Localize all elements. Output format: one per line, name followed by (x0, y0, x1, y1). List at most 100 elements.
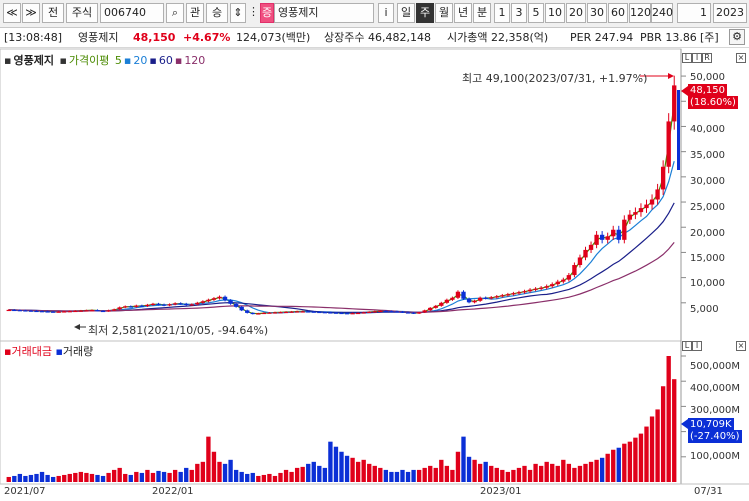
volume-bar (333, 446, 339, 482)
volume-bar (383, 469, 389, 482)
candle-body (633, 212, 638, 215)
volume-bar (505, 471, 511, 482)
candle-body (283, 311, 289, 314)
volume-bar (306, 463, 311, 482)
candle-body (516, 292, 522, 294)
volume-bar (289, 471, 294, 482)
panel-close-icon[interactable]: × (736, 53, 746, 63)
price-pane-frame (0, 48, 682, 342)
price-axis-tick: 15,000 (690, 253, 725, 264)
volume-axis-tick: 100,000M (690, 451, 740, 462)
today-range-bar (677, 90, 680, 170)
legend-bullet-icon: ▪ (59, 54, 67, 67)
candle-body (134, 305, 139, 307)
panel-l-button[interactable]: L (682, 53, 692, 63)
candle-body (233, 303, 239, 307)
candle-body (466, 298, 472, 303)
volume-bar (134, 471, 139, 482)
candle-body (261, 312, 267, 315)
candle-body (39, 311, 45, 313)
candle-body (184, 303, 189, 306)
candle-body (533, 288, 538, 290)
candle-body (389, 311, 394, 313)
volume-bar (12, 475, 17, 482)
candle-body (317, 311, 322, 314)
candle-body (416, 312, 422, 314)
legend-volume-qty: 거래량 (62, 345, 94, 358)
volume-bar (672, 379, 677, 482)
volume-bar (367, 463, 372, 482)
volume-bar (350, 457, 355, 482)
volume-bar (45, 474, 50, 482)
candle-body (489, 297, 494, 299)
candle-body (483, 297, 488, 299)
legend-stock-name: 영풍제지 (13, 54, 54, 67)
volume-bar (34, 473, 39, 482)
volume-bar (294, 467, 300, 482)
price-axis-tick: 25,000 (690, 202, 725, 213)
candle-body (566, 275, 572, 280)
volume-bar (489, 465, 494, 482)
volume-bar (95, 474, 100, 482)
volume-panel-close-icon[interactable]: × (736, 341, 746, 351)
volume-bar (538, 465, 544, 482)
candle-body (228, 300, 233, 304)
candle-body (439, 302, 444, 306)
candle-body (550, 284, 555, 287)
candle-body (461, 291, 466, 299)
legend-bullet-icon: ▪ (4, 54, 12, 67)
candle-body (322, 312, 328, 314)
volume-bar (28, 474, 34, 482)
candle-body (294, 311, 300, 313)
panel-i-button[interactable]: I (692, 53, 702, 63)
volume-bar (566, 463, 572, 482)
volume-bar (117, 467, 122, 482)
candle-body (34, 310, 39, 313)
candle-body (433, 305, 438, 308)
volume-panel-l-button[interactable]: L (682, 341, 692, 351)
candle-body (505, 294, 511, 296)
volume-bar (256, 475, 261, 482)
candle-body (522, 291, 527, 293)
volume-bar (461, 436, 466, 482)
candle-body (272, 312, 278, 314)
candle-body (544, 286, 549, 288)
volume-bar (588, 461, 594, 482)
volume-bar (633, 437, 638, 482)
volume-bar (477, 463, 483, 482)
volume-bar (233, 469, 239, 482)
candle-body (350, 313, 355, 315)
candle-body (561, 279, 566, 282)
candle-body (145, 304, 150, 307)
volume-bar (272, 475, 278, 482)
legend-ma-sep-icon: ▪ (174, 54, 183, 67)
volume-bar (156, 470, 161, 482)
candle-body (339, 312, 344, 315)
candle-body (328, 312, 333, 314)
candle-body (73, 310, 78, 313)
candle-body (78, 310, 84, 312)
volume-panel-i-button[interactable]: I (692, 341, 702, 351)
volume-bar (583, 463, 588, 482)
candle-body (211, 298, 217, 300)
panel-r-button[interactable]: R (702, 53, 712, 63)
volume-bar (422, 467, 427, 482)
candle-body (367, 311, 372, 314)
price-axis-tick: 20,000 (690, 228, 725, 239)
candle-body (300, 311, 305, 313)
volume-bar (616, 447, 621, 482)
candle-body (500, 295, 505, 297)
volume-bar (311, 461, 316, 482)
candle-body (605, 236, 610, 240)
low-arrow-head-icon (74, 324, 80, 330)
x-axis-tick: 2021/07 (4, 486, 46, 497)
volume-bar (644, 426, 649, 482)
candle-body (422, 310, 427, 313)
ma20-line (8, 161, 675, 314)
candle-body (289, 311, 294, 313)
price-axis-tick: 40,000 (690, 124, 725, 135)
candle-body (477, 297, 483, 301)
candle-body (95, 310, 100, 312)
candle-body (344, 313, 350, 315)
candle-body (538, 287, 544, 289)
